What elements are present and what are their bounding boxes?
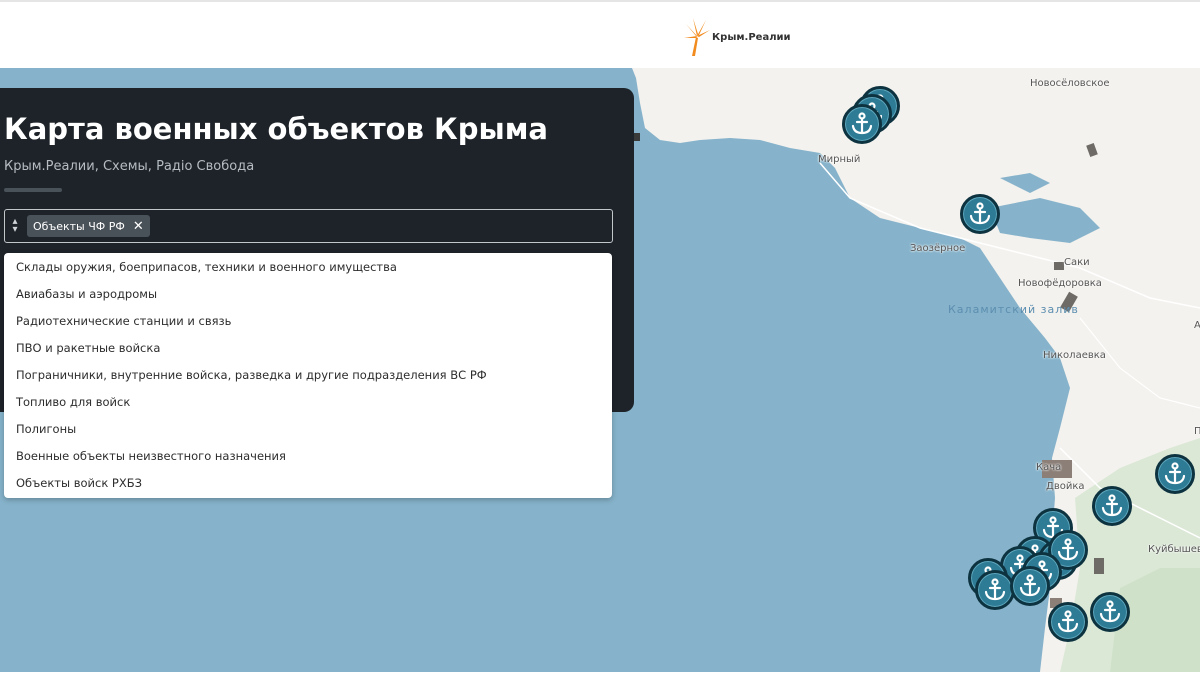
place-label-fragment: П: [1194, 426, 1200, 437]
selected-chip: Объекты ЧФ РФ ✕: [27, 215, 150, 237]
place-label: Двойка: [1046, 481, 1085, 492]
fleet-object-marker[interactable]: [1090, 592, 1130, 632]
fleet-object-marker[interactable]: [975, 570, 1015, 610]
category-dropdown: Склады оружия, боеприпасов, техники и во…: [4, 253, 612, 498]
category-select[interactable]: ▴ ▾ Объекты ЧФ РФ ✕: [4, 209, 613, 243]
anchor-icon: [1164, 462, 1186, 485]
fleet-object-marker[interactable]: [1010, 566, 1050, 606]
place-label: Заозёрное: [910, 243, 966, 254]
anchor-icon: [1101, 494, 1123, 517]
anchor-icon: [1019, 574, 1041, 597]
close-icon[interactable]: ✕: [133, 220, 144, 233]
dropdown-option[interactable]: Авиабазы и аэродромы: [16, 287, 157, 301]
dropdown-option[interactable]: ПВО и ракетные войска: [16, 341, 160, 355]
fleet-object-marker[interactable]: [960, 194, 1000, 234]
place-label: Саки: [1064, 257, 1090, 268]
place-label: Мирный: [818, 154, 861, 165]
fleet-object-marker[interactable]: [1048, 602, 1088, 642]
place-label-fragment: А: [1194, 320, 1200, 331]
place-label: Новосёловское: [1030, 78, 1110, 89]
place-label: Кача: [1036, 462, 1062, 473]
page-title: Карта военных объектов Крыма: [4, 112, 549, 146]
place-label: Новофёдоровка: [1018, 278, 1102, 289]
fleet-object-marker[interactable]: [842, 104, 882, 144]
place-label: Николаевка: [1043, 350, 1106, 361]
site-header: Крым.Реалии: [0, 0, 1200, 68]
anchor-icon: [1057, 610, 1079, 633]
dropdown-option[interactable]: Военные объекты неизвестного назначения: [16, 449, 286, 463]
page-subtitle: Крым.Реалии, Схемы, Радіо Свобода: [4, 159, 255, 174]
dropdown-option[interactable]: Полигоны: [16, 422, 76, 436]
divider: [4, 188, 62, 192]
dropdown-option[interactable]: Склады оружия, боеприпасов, техники и во…: [16, 260, 397, 274]
fleet-object-marker[interactable]: [1155, 454, 1195, 494]
chip-label: Объекты ЧФ РФ: [33, 219, 125, 233]
fleet-object-marker[interactable]: [1092, 486, 1132, 526]
dropdown-option[interactable]: Пограничники, внутренние войска, разведк…: [16, 368, 487, 382]
dropdown-option[interactable]: Объекты войск РХБЗ: [16, 476, 142, 490]
dropdown-option[interactable]: Радиотехнические станции и связь: [16, 314, 231, 328]
anchor-icon: [851, 112, 873, 135]
anchor-icon: [1057, 538, 1079, 561]
anchor-icon: [984, 578, 1006, 601]
select-arrows-icon: ▴ ▾: [12, 216, 18, 235]
anchor-icon: [969, 202, 991, 225]
logo-text: Крым.Реалии: [712, 31, 791, 43]
anchor-icon: [1099, 600, 1121, 623]
place-label: Куйбышево: [1148, 544, 1200, 555]
water-label: Каламитский залив: [948, 303, 1079, 316]
site-logo[interactable]: Крым.Реалии: [684, 16, 791, 58]
sunburst-logo-icon: [684, 18, 710, 56]
dropdown-option[interactable]: Топливо для войск: [16, 395, 130, 409]
